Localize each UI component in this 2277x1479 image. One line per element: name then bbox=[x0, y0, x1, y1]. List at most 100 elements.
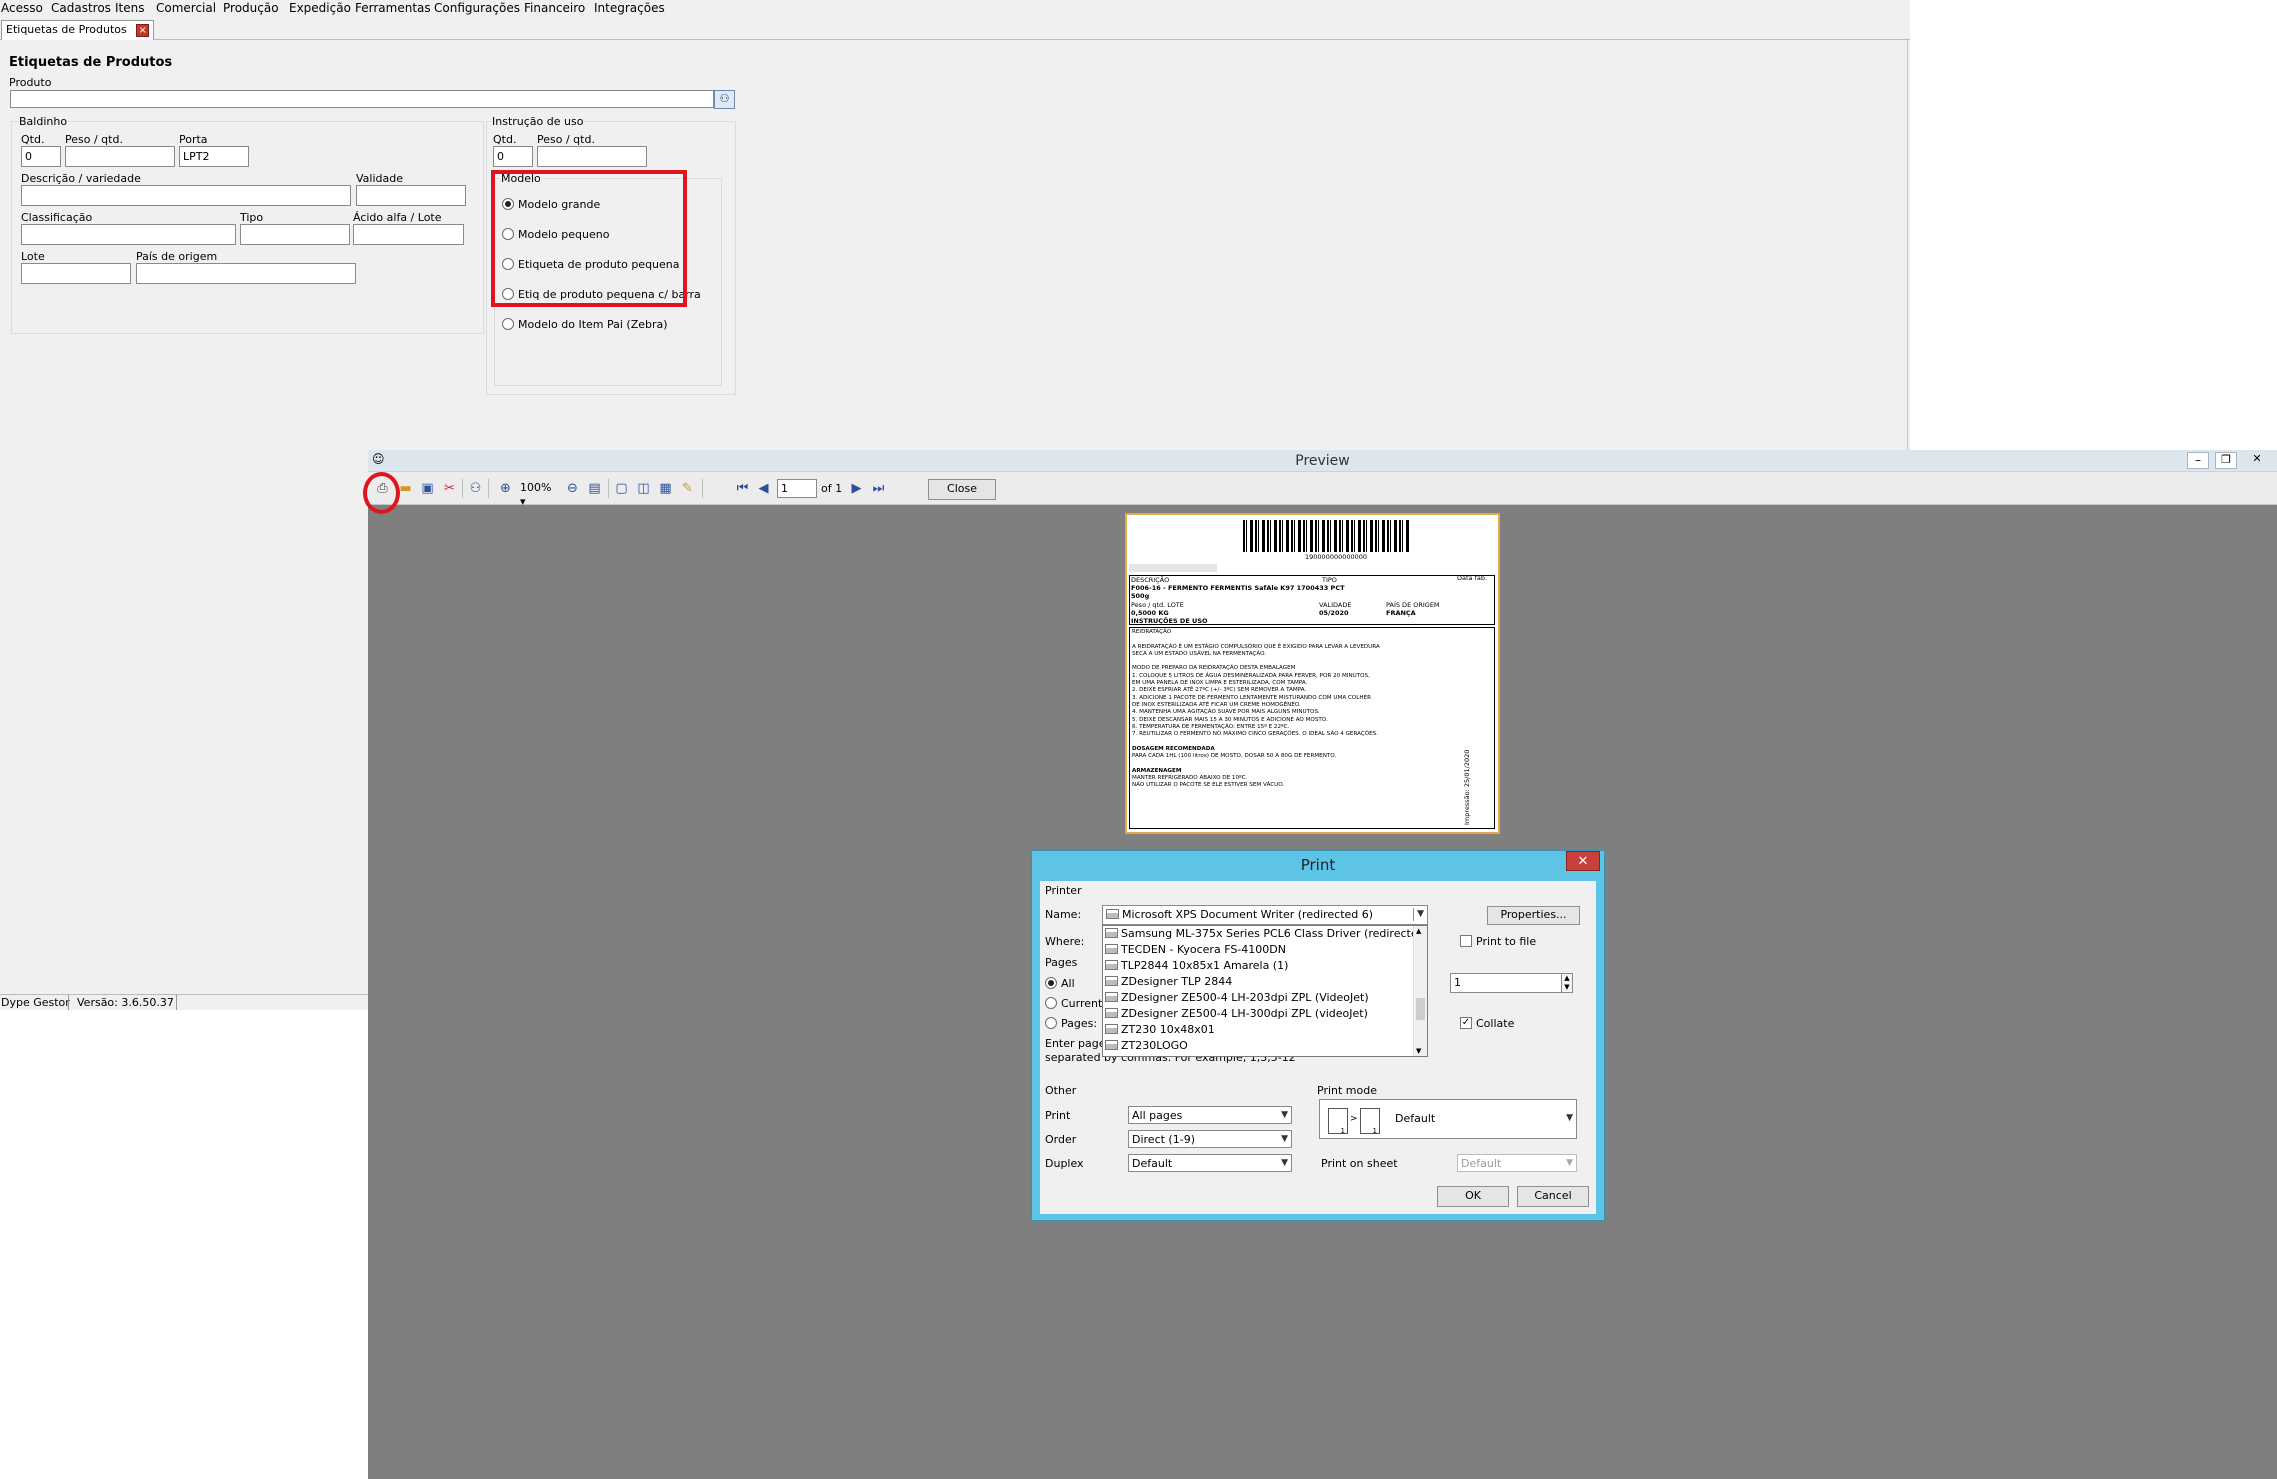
dropdown-scrollbar[interactable]: ▲ ▼ bbox=[1413, 926, 1427, 1056]
radio-button[interactable] bbox=[1045, 1017, 1057, 1029]
last-page-icon[interactable]: ⏭ bbox=[870, 480, 887, 497]
label-instructions-text: REIDRATAÇÃO A REIDRATAÇÃO É UM ESTÁGIO CO… bbox=[1132, 629, 1482, 790]
single-page-icon[interactable]: ▢ bbox=[613, 480, 630, 497]
pais-origem-input[interactable] bbox=[136, 263, 356, 284]
printer-dropdown-list: Samsung ML-375x Series PCL6 Class Driver… bbox=[1102, 925, 1428, 1057]
printer-option[interactable]: ZDesigner ZE500-4 LH-203dpi ZPL (VideoJe… bbox=[1103, 990, 1413, 1006]
next-page-icon[interactable]: ▶ bbox=[848, 480, 865, 497]
menu-itens[interactable]: Itens bbox=[115, 0, 144, 16]
menu-integracoes[interactable]: Integrações bbox=[594, 0, 665, 16]
tab-close-icon[interactable]: × bbox=[136, 23, 150, 37]
pages-all-radio[interactable]: All bbox=[1045, 977, 1075, 990]
printer-option[interactable]: ZT230 10x48x01 bbox=[1103, 1022, 1413, 1038]
baldinho-peso-input[interactable] bbox=[65, 146, 175, 167]
duplex-select[interactable]: Default ▼ bbox=[1128, 1154, 1292, 1172]
instrucao-legend: Instrução de uso bbox=[491, 115, 585, 128]
close-window-icon[interactable]: ✕ bbox=[2243, 452, 2271, 469]
acido-alfa-input[interactable] bbox=[353, 224, 464, 245]
menu-producao[interactable]: Produção bbox=[223, 0, 279, 16]
chevron-down-icon: ▼ bbox=[1281, 1110, 1288, 1120]
collate-checkbox[interactable]: ✓ bbox=[1460, 1017, 1472, 1029]
printer-option[interactable]: Samsung ML-375x Series PCL6 Class Driver… bbox=[1103, 926, 1427, 942]
edit-page-icon[interactable]: ✎ bbox=[679, 480, 696, 497]
fit-page-icon[interactable]: ▤ bbox=[586, 480, 603, 497]
printer-option[interactable]: ZDesigner TLP 2844 bbox=[1103, 974, 1413, 990]
produto-input[interactable] bbox=[10, 90, 714, 108]
printer-option[interactable]: TLP2844 10x85x1 Amarela (1) bbox=[1103, 958, 1413, 974]
previous-page-icon[interactable]: ◀ bbox=[755, 480, 772, 497]
label-instruction-line bbox=[1132, 636, 1482, 643]
print-dialog-close-icon[interactable]: ✕ bbox=[1566, 851, 1600, 871]
radio-button[interactable] bbox=[1045, 997, 1057, 1009]
classificacao-input[interactable] bbox=[21, 224, 236, 245]
properties-button[interactable]: Properties... bbox=[1487, 906, 1580, 925]
chevron-down-icon[interactable]: ▼ bbox=[1413, 908, 1424, 921]
two-pages-icon[interactable]: ◫ bbox=[635, 480, 652, 497]
label-instruction-line bbox=[1132, 738, 1482, 745]
menu-financeiro[interactable]: Financeiro bbox=[524, 0, 585, 16]
printer-icon bbox=[1105, 976, 1118, 986]
printer-name-select[interactable]: Microsoft XPS Document Writer (redirecte… bbox=[1102, 905, 1428, 925]
menu-cadastros[interactable]: Cadastros bbox=[51, 0, 111, 16]
print-dialog-title: Print bbox=[1300, 856, 1336, 874]
tab-etiquetas-de-produtos[interactable]: Etiquetas de Produtos × bbox=[1, 20, 155, 40]
page-count-text: of 1 bbox=[821, 482, 843, 495]
zoom-select[interactable]: 100% ▾ bbox=[520, 481, 560, 509]
close-preview-button[interactable]: Close bbox=[928, 479, 996, 500]
restore-icon[interactable]: ❐ bbox=[2215, 452, 2237, 469]
instrucao-qtd-input[interactable]: 0 bbox=[493, 146, 533, 167]
menu-expedicao[interactable]: Expedição bbox=[289, 0, 351, 16]
printer-option[interactable]: ZT230LOGO bbox=[1103, 1038, 1413, 1054]
other-legend: Other bbox=[1045, 1084, 1077, 1097]
printer-option[interactable]: TECDEN - Kyocera FS-4100DN bbox=[1103, 942, 1413, 958]
printer-option[interactable]: ZDesigner ZE500-4 LH-300dpi ZPL (videoJe… bbox=[1103, 1006, 1413, 1022]
zoom-in-icon[interactable]: ⊕ bbox=[497, 480, 514, 497]
find-binoculars-icon[interactable]: ⚇ bbox=[467, 480, 484, 497]
lote-label: Lote bbox=[21, 250, 45, 263]
preview-toolbar: ⎙ ▬ ▣ ✂ ⚇ ⊕ 100% ▾ ⊖ ▤ ▢ ◫ ▦ ✎ ⏮ ◀ 1 of … bbox=[368, 472, 2277, 508]
menu-configuracoes[interactable]: Configurações bbox=[434, 0, 520, 16]
print-range-select[interactable]: All pages ▼ bbox=[1128, 1106, 1292, 1124]
radio-modelo-item-pai[interactable]: Modelo do Item Pai (Zebra) bbox=[502, 318, 668, 331]
menu-acesso[interactable]: Acesso bbox=[1, 0, 43, 16]
scroll-thumb[interactable] bbox=[1416, 998, 1425, 1020]
cancel-button[interactable]: Cancel bbox=[1517, 1186, 1589, 1207]
descricao-input[interactable] bbox=[21, 185, 351, 206]
print-on-sheet-select[interactable]: Default ▼ bbox=[1457, 1154, 1577, 1172]
instrucao-peso-input[interactable] bbox=[537, 146, 647, 167]
printer-icon bbox=[1105, 1024, 1118, 1034]
toolbar-separator bbox=[608, 479, 609, 498]
print-mode-value: Default bbox=[1395, 1112, 1436, 1125]
tipo-input[interactable] bbox=[240, 224, 350, 245]
printer-icon bbox=[1106, 909, 1119, 919]
pages-current-radio[interactable]: Current bbox=[1045, 997, 1102, 1010]
porta-input[interactable]: LPT2 bbox=[179, 146, 249, 167]
validade-input[interactable] bbox=[356, 185, 466, 206]
status-bar: Dype Gestor Versão: 3.6.50.37 bbox=[0, 994, 368, 1010]
radio-button-selected[interactable] bbox=[1045, 977, 1057, 989]
zoom-out-icon[interactable]: ⊖ bbox=[564, 480, 581, 497]
printer-icon bbox=[1105, 1040, 1118, 1050]
save-icon[interactable]: ▣ bbox=[419, 480, 436, 497]
scroll-up-icon[interactable]: ▲ bbox=[1416, 927, 1421, 935]
search-binoculars-icon[interactable]: ⚇ bbox=[714, 90, 735, 109]
scroll-down-icon[interactable]: ▼ bbox=[1416, 1047, 1421, 1055]
pages-range-radio[interactable]: Pages: bbox=[1045, 1017, 1097, 1030]
tipo-label: Tipo bbox=[240, 211, 264, 224]
order-select[interactable]: Direct (1-9) ▼ bbox=[1128, 1130, 1292, 1148]
menu-comercial[interactable]: Comercial bbox=[156, 0, 216, 16]
ok-button[interactable]: OK bbox=[1437, 1186, 1509, 1207]
first-page-icon[interactable]: ⏮ bbox=[734, 480, 751, 497]
print-to-file-checkbox[interactable] bbox=[1460, 935, 1472, 947]
copies-spinner-icon[interactable]: ▲ ▼ bbox=[1561, 973, 1573, 993]
minimize-icon[interactable]: – bbox=[2187, 452, 2209, 469]
page-setup-icon[interactable]: ▦ bbox=[657, 480, 674, 497]
radio-button[interactable] bbox=[502, 318, 514, 330]
menu-ferramentas[interactable]: Ferramentas bbox=[355, 0, 431, 16]
baldinho-qtd-input[interactable]: 0 bbox=[21, 146, 61, 167]
print-mode-select[interactable]: 1 > 1 Default ▼ bbox=[1319, 1099, 1577, 1139]
page-number-input[interactable]: 1 bbox=[777, 479, 817, 498]
pdf-export-icon[interactable]: ✂ bbox=[441, 480, 458, 497]
copies-input[interactable]: 1 bbox=[1450, 973, 1562, 993]
lote-input[interactable] bbox=[21, 263, 131, 284]
